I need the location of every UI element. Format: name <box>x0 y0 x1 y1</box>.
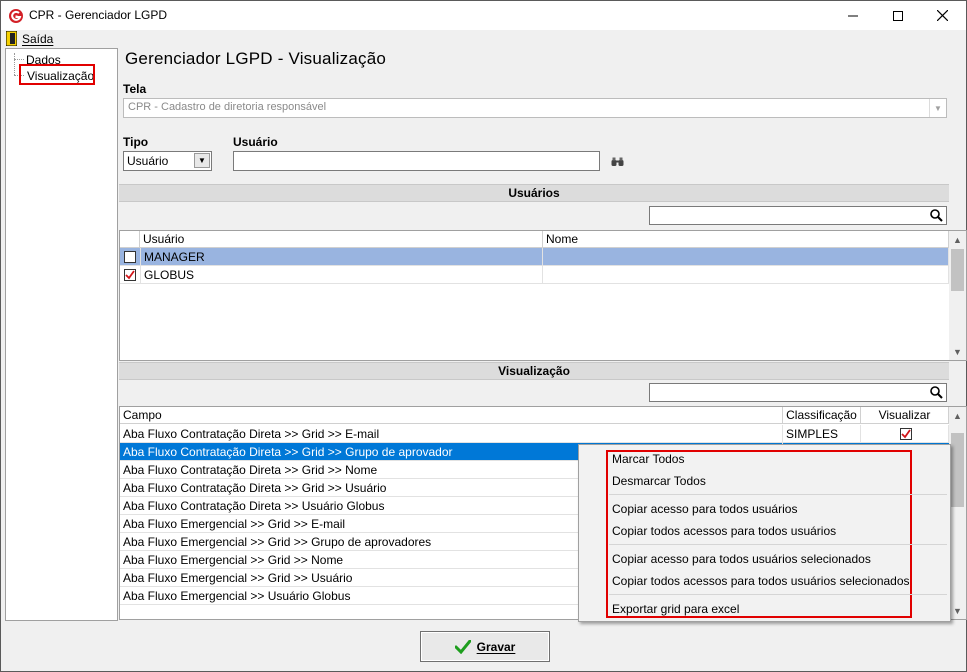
application-window: CPR - Gerenciador LGPD Saída Dados Visua… <box>0 0 967 672</box>
row-checkbox[interactable] <box>124 251 136 263</box>
grid-header-usuario[interactable]: Usuário <box>140 231 543 248</box>
scroll-thumb[interactable] <box>951 433 964 507</box>
table-row[interactable]: Aba Fluxo Contratação Direta >> Grid >> … <box>120 425 949 443</box>
table-row[interactable]: GLOBUS <box>120 266 949 284</box>
gravar-label: Gravar <box>476 639 516 654</box>
visualizacao-scrollbar[interactable]: ▲ ▼ <box>949 407 966 619</box>
tela-value: CPR - Cadastro de diretoria responsável <box>128 101 327 113</box>
menu-item-marcar-todos[interactable]: Marcar Todos <box>612 452 684 466</box>
grid-header-nome[interactable]: Nome <box>543 231 949 248</box>
cell-usuario: GLOBUS <box>140 266 543 284</box>
menu-item-copiar-acesso-selecionados[interactable]: Copiar acesso para todos usuários seleci… <box>612 552 871 566</box>
cell-visualizar <box>861 425 949 443</box>
checkmark-icon <box>901 429 911 439</box>
grid-header-check <box>120 231 140 248</box>
tree-connector <box>14 59 24 60</box>
cell-nome <box>543 248 949 266</box>
usuarios-scrollbar[interactable]: ▲ ▼ <box>949 231 966 360</box>
menu-separator <box>609 494 947 495</box>
table-row[interactable]: MANAGER <box>120 248 949 266</box>
grid-header-classificacao[interactable]: Classificação <box>783 407 861 424</box>
grid-header-campo[interactable]: Campo <box>120 407 783 424</box>
exit-door-icon <box>6 31 17 46</box>
checkmark-icon <box>125 270 135 280</box>
menu-item-desmarcar-todos[interactable]: Desmarcar Todos <box>612 474 706 488</box>
maximize-button[interactable] <box>875 1 920 30</box>
close-button[interactable] <box>920 1 965 30</box>
visualizar-checkbox[interactable] <box>900 428 912 440</box>
app-logo-icon <box>9 9 23 23</box>
close-icon <box>937 10 948 21</box>
menu-item-copiar-todos-acessos-todos[interactable]: Copiar todos acessos para todos usuários <box>612 524 836 538</box>
usuarios-section-header: Usuários <box>119 184 949 202</box>
dropdown-arrow-icon: ▼ <box>194 153 210 168</box>
visualizacao-section-header: Visualização <box>119 362 949 380</box>
menu-item-copiar-todos-acessos-selecionados[interactable]: Copiar todos acessos para todos usuários… <box>612 574 910 588</box>
dropdown-arrow-icon: ▼ <box>929 99 946 117</box>
cell-usuario: MANAGER <box>140 248 543 266</box>
menu-item-copiar-acesso-todos[interactable]: Copiar acesso para todos usuários <box>612 502 797 516</box>
title-bar: CPR - Gerenciador LGPD <box>1 1 966 30</box>
tree-connector <box>14 53 15 75</box>
scroll-down-icon[interactable]: ▼ <box>949 343 966 360</box>
cell-classificacao: SIMPLES <box>783 425 861 443</box>
visualizacao-search-input[interactable] <box>649 383 947 402</box>
menu-bar: Saída <box>1 30 966 48</box>
search-icon[interactable] <box>930 209 943 222</box>
window-title: CPR - Gerenciador LGPD <box>29 8 168 22</box>
checkmark-icon <box>454 639 471 654</box>
menu-saida[interactable]: Saída <box>22 32 53 46</box>
tipo-value: Usuário <box>127 154 169 168</box>
gravar-button[interactable]: Gravar <box>420 631 550 662</box>
usuarios-grid: Usuário Nome MANAGER GLOBUS ▲ ▼ <box>119 230 967 361</box>
maximize-icon <box>892 10 903 21</box>
minimize-button[interactable] <box>830 1 875 30</box>
scroll-thumb[interactable] <box>951 249 964 291</box>
scroll-up-icon[interactable]: ▲ <box>949 231 966 248</box>
usuario-label: Usuário <box>233 135 278 149</box>
menu-separator <box>609 544 947 545</box>
menu-separator <box>609 594 947 595</box>
usuarios-search-input[interactable] <box>649 206 947 225</box>
tipo-label: Tipo <box>123 135 149 149</box>
grid-header-visualizar[interactable]: Visualizar <box>861 407 949 424</box>
minimize-icon <box>847 15 858 16</box>
scroll-down-icon[interactable]: ▼ <box>949 602 966 619</box>
cell-nome <box>543 266 949 284</box>
tipo-select[interactable]: Usuário ▼ <box>123 151 212 171</box>
highlight-box <box>19 64 95 85</box>
row-checkbox[interactable] <box>124 269 136 281</box>
usuario-input[interactable] <box>233 151 600 171</box>
tela-select[interactable]: CPR - Cadastro de diretoria responsável … <box>123 98 947 118</box>
context-menu: Marcar Todos Desmarcar Todos Copiar aces… <box>578 444 951 622</box>
scroll-up-icon[interactable]: ▲ <box>949 407 966 424</box>
page-title: Gerenciador LGPD - Visualização <box>125 49 387 68</box>
binoculars-icon[interactable] <box>611 157 624 167</box>
search-icon[interactable] <box>930 386 943 399</box>
tela-label: Tela <box>123 82 147 96</box>
cell-campo: Aba Fluxo Contratação Direta >> Grid >> … <box>120 425 783 443</box>
menu-item-exportar-excel[interactable]: Exportar grid para excel <box>612 602 739 616</box>
navigation-tree: Dados Visualização <box>5 48 118 621</box>
